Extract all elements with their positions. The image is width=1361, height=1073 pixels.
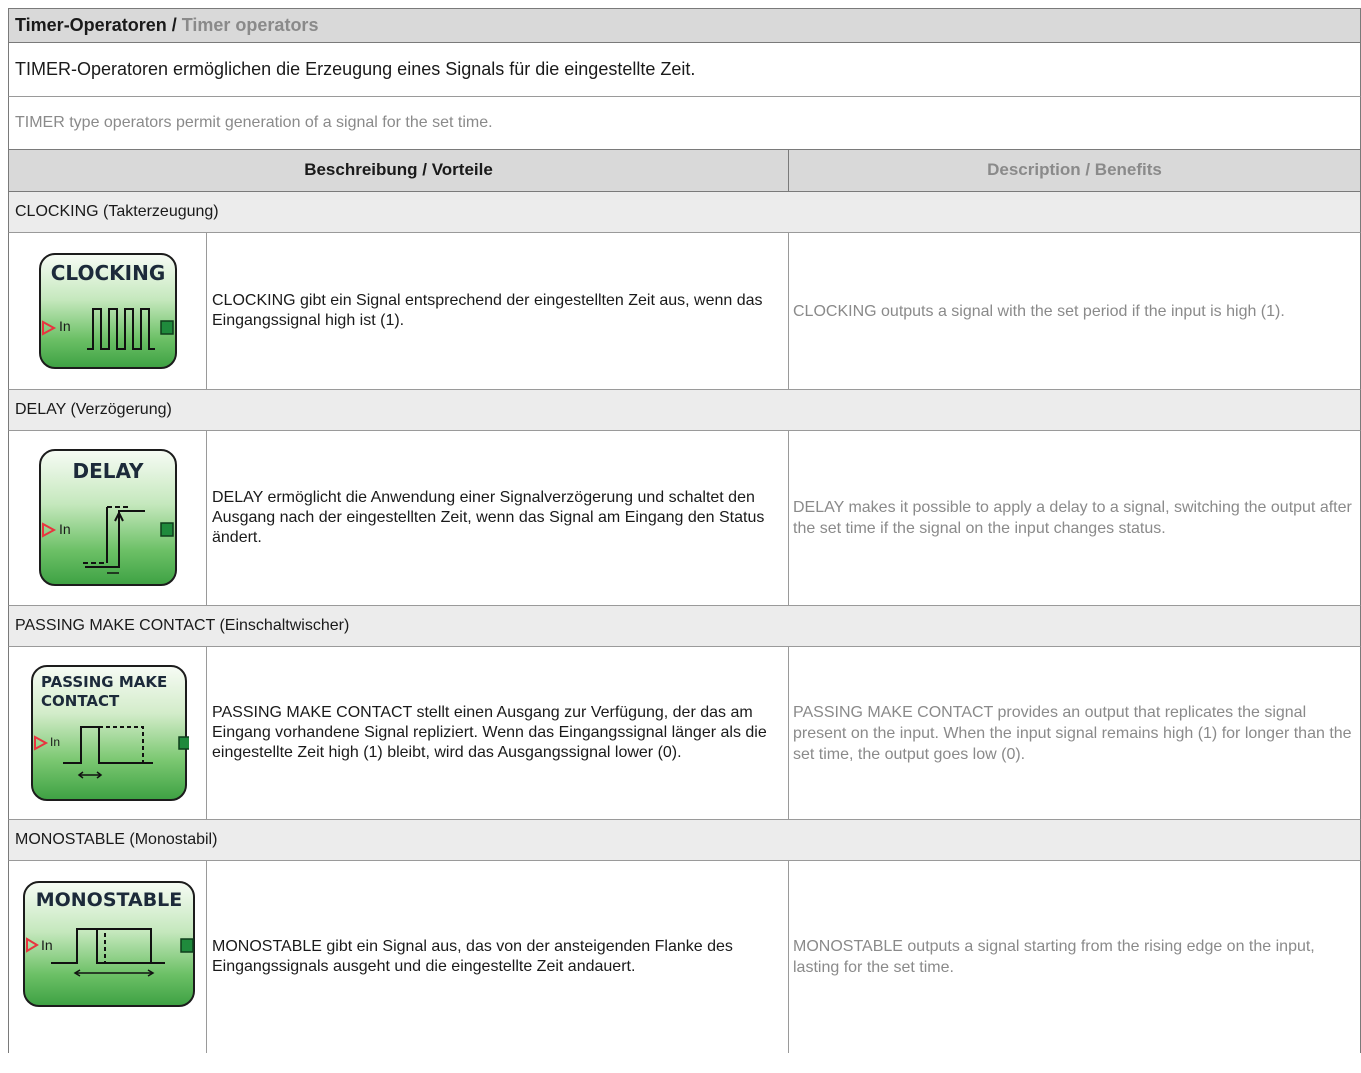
section-row-passing-make-contact: PASSING MAKE CONTACT In PASSING MAKE CON…	[8, 647, 1361, 820]
section-heading-delay: DELAY (Verzögerung)	[8, 390, 1361, 431]
clocking-description-german: CLOCKING gibt ein Signal entsprechend de…	[207, 233, 789, 389]
clocking-description-english: CLOCKING outputs a signal with the set p…	[793, 302, 1285, 320]
delay-description-german: DELAY ermöglicht die Anwendung einer Sig…	[207, 431, 789, 605]
clocking-block: CLOCKING In	[39, 253, 177, 369]
column-header-row: Beschreibung / Vorteile Description / Be…	[8, 150, 1361, 192]
delay-description-english: DELAY makes it possible to apply a delay…	[793, 499, 1352, 537]
timer-operators-table: Timer-Operatoren / Timer operators TIMER…	[8, 8, 1361, 1053]
passing-make-contact-block-cell: PASSING MAKE CONTACT In	[9, 647, 207, 819]
title-german: Timer-Operatoren /	[15, 15, 177, 35]
passing-make-contact-description-german: PASSING MAKE CONTACT stellt einen Ausgan…	[207, 647, 789, 819]
column-header-english: Description / Benefits	[987, 160, 1162, 179]
delay-block: DELAY In	[39, 449, 177, 586]
delay-block-cell: DELAY In	[9, 431, 207, 605]
monostable-block: MONOSTABLE In	[23, 881, 195, 1007]
delay-input-label: In	[59, 521, 71, 537]
table-title: Timer-Operatoren / Timer operators	[8, 8, 1361, 43]
clock-pulse-icon	[42, 308, 174, 350]
section-row-clocking: CLOCKING In CLOCKING gibt ein Signal ent…	[8, 233, 1361, 390]
title-english: Timer operators	[181, 15, 319, 35]
intro-german: TIMER-Operatoren ermöglichen die Erzeugu…	[8, 43, 1361, 97]
intro-english: TIMER type operators permit generation o…	[8, 97, 1361, 150]
monostable-input-label: In	[41, 937, 53, 953]
column-header-german: Beschreibung / Vorteile	[9, 150, 789, 191]
clocking-block-cell: CLOCKING In	[9, 233, 207, 389]
section-row-delay: DELAY In DELAY ermöglicht die Anwendung …	[8, 431, 1361, 606]
clocking-input-label: In	[59, 318, 71, 334]
monostable-block-cell: MONOSTABLE In	[9, 861, 207, 1053]
passing-make-contact-block: PASSING MAKE CONTACT In	[31, 665, 189, 801]
passing-make-contact-description-english: PASSING MAKE CONTACT provides an output …	[793, 703, 1352, 763]
monostable-description-german: MONOSTABLE gibt ein Signal aus, das von …	[207, 861, 789, 1053]
delay-waveform-icon	[42, 506, 174, 574]
section-heading-passing-make-contact: PASSING MAKE CONTACT (Einschaltwischer)	[8, 606, 1361, 647]
section-heading-monostable: MONOSTABLE (Monostabil)	[8, 820, 1361, 861]
section-row-monostable: MONOSTABLE In MONOSTABLE gibt ein Signal…	[8, 861, 1361, 1053]
monostable-description-english: MONOSTABLE outputs a signal starting fro…	[793, 938, 1315, 976]
passing-make-contact-input-label: In	[50, 735, 61, 749]
section-heading-clocking: CLOCKING (Takterzeugung)	[8, 192, 1361, 233]
